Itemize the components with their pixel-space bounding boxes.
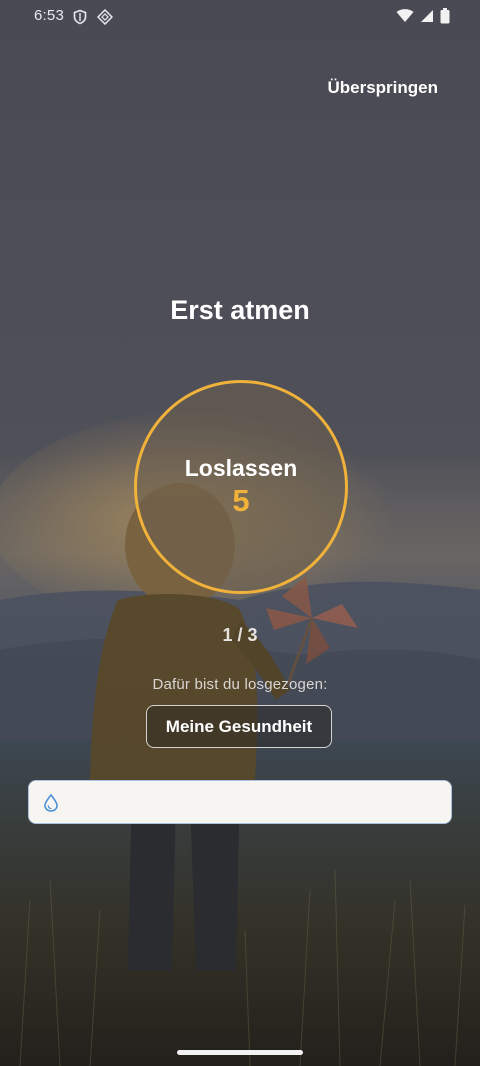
- status-bar: 6:53: [0, 0, 480, 34]
- breath-countdown: 5: [232, 483, 250, 518]
- breathing-screen: 6:53 Überspringen Erst atmen Loslassen 5…: [0, 0, 480, 1066]
- drop-icon: [44, 793, 58, 812]
- status-time: 6:53: [34, 7, 64, 24]
- page-title: Erst atmen: [170, 295, 310, 325]
- cell-signal-icon: [421, 10, 433, 22]
- reason-chip[interactable]: Meine Gesundheit: [146, 705, 332, 748]
- breathing-circle: Loslassen 5: [134, 380, 348, 594]
- reason-prompt: Dafür bist du losgezogen:: [152, 676, 328, 693]
- skip-button[interactable]: Überspringen: [327, 78, 438, 98]
- step-progress: 1 / 3: [222, 625, 258, 645]
- wifi-icon: [396, 9, 414, 22]
- note-input-bar[interactable]: [28, 780, 452, 825]
- battery-icon: [440, 8, 450, 24]
- breath-phase-label: Loslassen: [184, 455, 298, 481]
- status-right-icons: [396, 8, 450, 24]
- shield-icon: [73, 9, 87, 25]
- vpn-diamond-icon: [97, 9, 113, 25]
- home-indicator[interactable]: [177, 1050, 303, 1055]
- note-input[interactable]: [73, 781, 447, 825]
